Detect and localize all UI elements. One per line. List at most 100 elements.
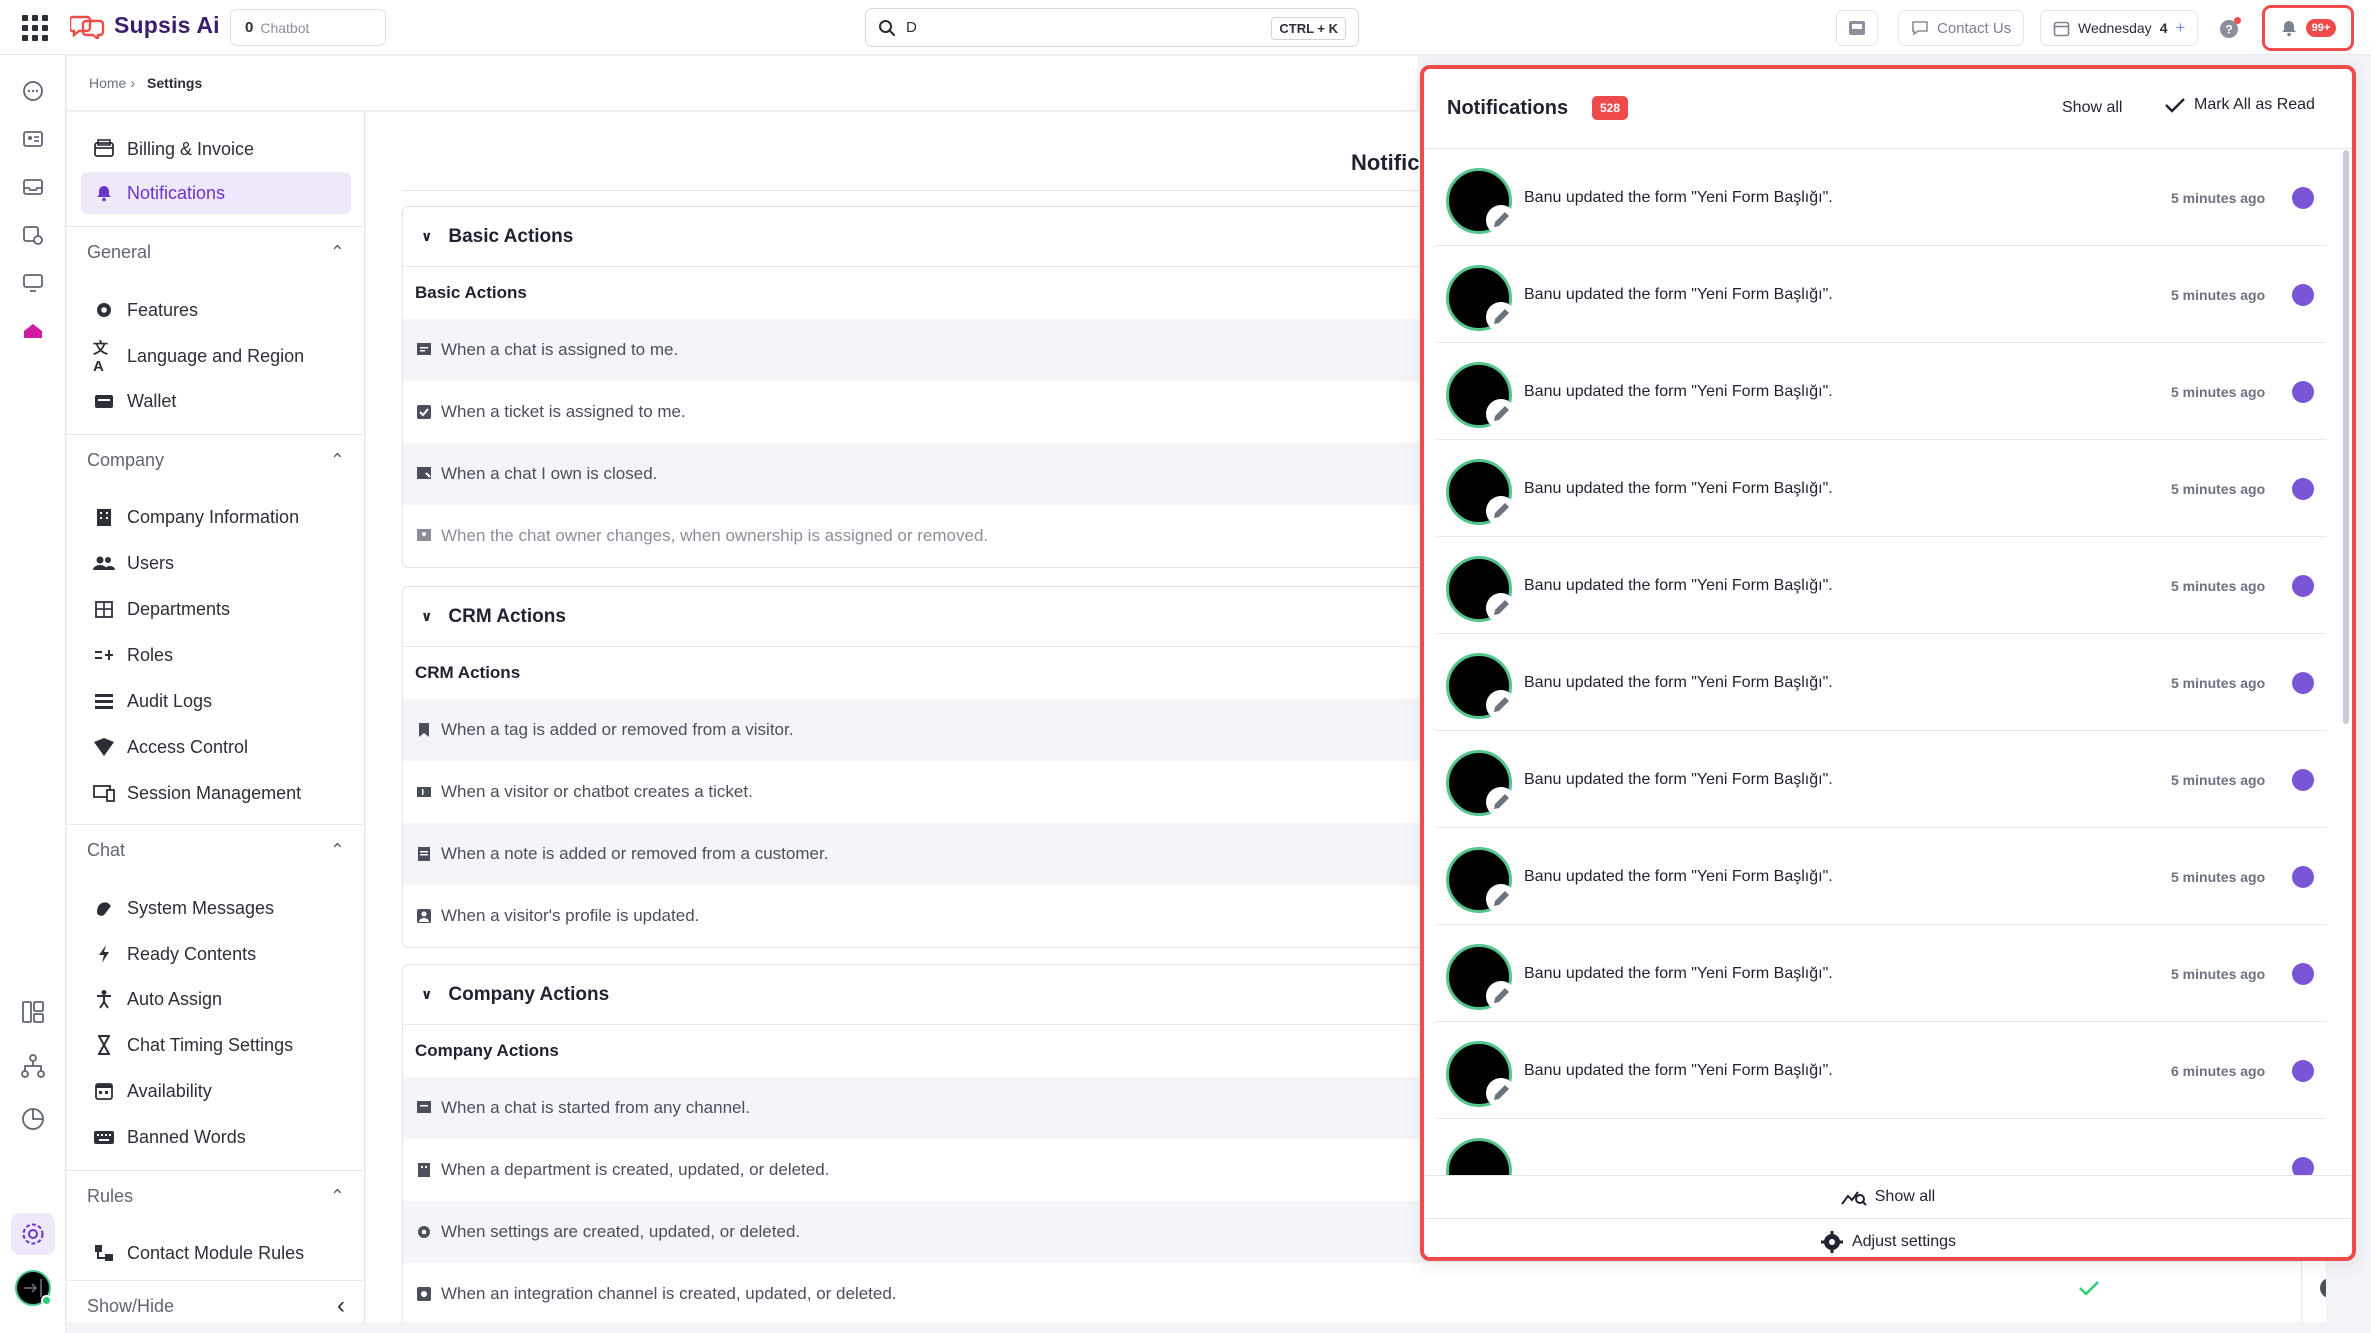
- sidebar-group-rules[interactable]: Rules ⌃: [87, 1186, 345, 1207]
- scrollbar-thumb[interactable]: [2343, 150, 2349, 724]
- row-label: When settings are created, updated, or d…: [441, 1222, 801, 1241]
- unread-dot[interactable]: [2292, 478, 2314, 500]
- sidebar-item-audit-logs[interactable]: Audit Logs: [81, 680, 351, 722]
- sidebar-item-chat-timing[interactable]: Chat Timing Settings: [81, 1024, 351, 1066]
- sidebar-item-label: Audit Logs: [127, 690, 213, 711]
- sidebar-item-wallet[interactable]: Wallet: [81, 380, 351, 422]
- chatbot-selector[interactable]: 0 Chatbot: [230, 9, 386, 46]
- notification-item[interactable]: Banu updated the form "Yeni Form Başlığı…: [1436, 1023, 2326, 1119]
- sidebar-item-system-messages[interactable]: System Messages: [81, 887, 351, 929]
- checkmark-icon[interactable]: [2078, 1279, 2100, 1297]
- global-search[interactable]: CTRL + K: [865, 8, 1359, 47]
- tasks-icon[interactable]: [19, 221, 47, 249]
- contact-us-button[interactable]: Contact Us: [1898, 10, 2025, 46]
- sidebar-item-session-management[interactable]: Session Management: [81, 772, 351, 814]
- sidebar-item-features[interactable]: Features: [81, 289, 351, 331]
- rules-icon: [93, 1242, 115, 1264]
- flow-icon[interactable]: [19, 1052, 47, 1080]
- collapse-rail-icon[interactable]: [19, 1274, 47, 1302]
- layout-icon[interactable]: [19, 998, 47, 1026]
- unread-dot[interactable]: [2292, 672, 2314, 694]
- unread-dot[interactable]: [2292, 381, 2314, 403]
- sidebar-item-access-control[interactable]: Access Control: [81, 726, 351, 768]
- search-input[interactable]: [906, 19, 1246, 36]
- notification-item[interactable]: Banu updated the form "Yeni Form Başlığı…: [1436, 441, 2326, 537]
- inbox-tray-icon[interactable]: [19, 173, 47, 201]
- reports-icon[interactable]: [19, 1105, 47, 1133]
- settings-gear-icon[interactable]: [19, 1220, 47, 1248]
- inbox-button[interactable]: [1836, 10, 1878, 46]
- monitor-icon[interactable]: [19, 269, 47, 297]
- sidebar-group-general[interactable]: General ⌃: [87, 242, 345, 263]
- show-all-link[interactable]: Show all: [2062, 99, 2122, 117]
- unread-dot[interactable]: [2292, 1060, 2314, 1082]
- sidebar-item-label: Users: [127, 552, 175, 573]
- contacts-card-icon[interactable]: [19, 125, 47, 153]
- notification-time: 5 minutes ago: [2171, 966, 2266, 982]
- notification-text: Banu updated the form "Yeni Form Başlığı…: [1524, 868, 1833, 885]
- notification-item[interactable]: Banu updated the form "Yeni Form Başlığı…: [1436, 635, 2326, 731]
- sidebar-item-banned-words[interactable]: Banned Words: [81, 1116, 351, 1158]
- notification-item[interactable]: Banu updated the form "Yeni Form Başlığı…: [1436, 732, 2326, 828]
- add-icon[interactable]: +: [2175, 18, 2185, 38]
- notifications-scrollbar[interactable]: [2342, 150, 2350, 1240]
- apps-grid-icon[interactable]: [22, 15, 48, 41]
- search-shortcut: CTRL + K: [1271, 17, 1346, 40]
- unread-dot[interactable]: [2292, 866, 2314, 888]
- sidebar-item-users[interactable]: Users: [81, 542, 351, 584]
- unread-dot[interactable]: [2292, 284, 2314, 306]
- sidebar-item-departments[interactable]: Departments: [81, 588, 351, 630]
- breadcrumb-home[interactable]: Home: [89, 75, 126, 91]
- help-button[interactable]: ?: [2212, 10, 2248, 46]
- sidebar-group-company[interactable]: Company ⌃: [87, 450, 345, 471]
- notifications-list: Banu updated the form "Yeni Form Başlığı…: [1424, 150, 2342, 1240]
- unread-dot[interactable]: [2292, 575, 2314, 597]
- notification-item[interactable]: Banu updated the form "Yeni Form Başlığı…: [1436, 150, 2326, 246]
- contact-us-label: Contact Us: [1937, 19, 2012, 37]
- sidebar-item-company-information[interactable]: Company Information: [81, 496, 351, 538]
- notification-item[interactable]: Banu updated the form "Yeni Form Başlığı…: [1436, 247, 2326, 343]
- chat-icon: [415, 1100, 432, 1117]
- sidebar-item-contact-module-rules[interactable]: Contact Module Rules: [81, 1232, 351, 1274]
- notification-item[interactable]: Banu updated the form "Yeni Form Başlığı…: [1436, 344, 2326, 440]
- group-title: Company: [87, 450, 165, 470]
- mark-all-read-button[interactable]: Mark All as Read: [2164, 96, 2315, 114]
- notification-item[interactable]: Banu updated the form "Yeni Form Başlığı…: [1436, 538, 2326, 634]
- unread-dot[interactable]: [2292, 963, 2314, 985]
- notification-text: Banu updated the form "Yeni Form Başlığı…: [1524, 383, 1833, 400]
- sidebar-item-language[interactable]: 文A Language and Region: [81, 335, 351, 377]
- building-icon: [93, 506, 115, 528]
- app-name: Supsis Ai: [114, 12, 220, 38]
- row-label: When a visitor's profile is updated.: [441, 906, 700, 925]
- show-hide-label: Show/Hide: [87, 1295, 175, 1316]
- sidebar-item-notifications[interactable]: Notifications: [81, 172, 351, 214]
- chats-icon[interactable]: [19, 77, 47, 105]
- notification-text: Banu updated the form "Yeni Form Başlığı…: [1524, 189, 1833, 206]
- toggle-dot[interactable]: [2320, 1278, 2326, 1298]
- settings-sidebar: Billing & Invoice Notifications General …: [67, 112, 365, 1322]
- footer-show-all-button[interactable]: Show all: [1424, 1176, 2352, 1219]
- adjust-settings-label: Adjust settings: [1851, 1232, 1957, 1250]
- home-icon[interactable]: [19, 317, 47, 345]
- unread-dot[interactable]: [2292, 769, 2314, 791]
- sidebar-item-label: Session Management: [127, 782, 302, 803]
- notification-item[interactable]: Banu updated the form "Yeni Form Başlığı…: [1436, 926, 2326, 1022]
- date-button[interactable]: Wednesday 4 +: [2040, 10, 2199, 46]
- notification-item[interactable]: Banu updated the form "Yeni Form Başlığı…: [1436, 829, 2326, 925]
- adjust-settings-button[interactable]: Adjust settings: [1424, 1220, 2352, 1257]
- sidebar-item-billing[interactable]: Billing & Invoice: [81, 128, 351, 170]
- unread-dot[interactable]: [2292, 187, 2314, 209]
- pencil-icon: [1486, 399, 1516, 429]
- sidebar-item-auto-assign[interactable]: Auto Assign: [81, 978, 351, 1020]
- sidebar-item-availability[interactable]: Availability: [81, 1070, 351, 1112]
- calendar-icon: [93, 1080, 115, 1102]
- chevron-down-icon: ∨: [421, 986, 433, 1002]
- app-logo[interactable]: Supsis Ai: [70, 12, 220, 39]
- sidebar-item-ready-contents[interactable]: Ready Contents: [81, 933, 351, 975]
- notification-badge: 99+: [2305, 19, 2337, 37]
- notifications-button[interactable]: 99+: [2262, 5, 2354, 51]
- notification-time: 5 minutes ago: [2171, 384, 2266, 400]
- show-hide-toggle[interactable]: Show/Hide ‹: [87, 1292, 345, 1320]
- sidebar-group-chat[interactable]: Chat ⌃: [87, 840, 345, 861]
- sidebar-item-roles[interactable]: Roles: [81, 634, 351, 676]
